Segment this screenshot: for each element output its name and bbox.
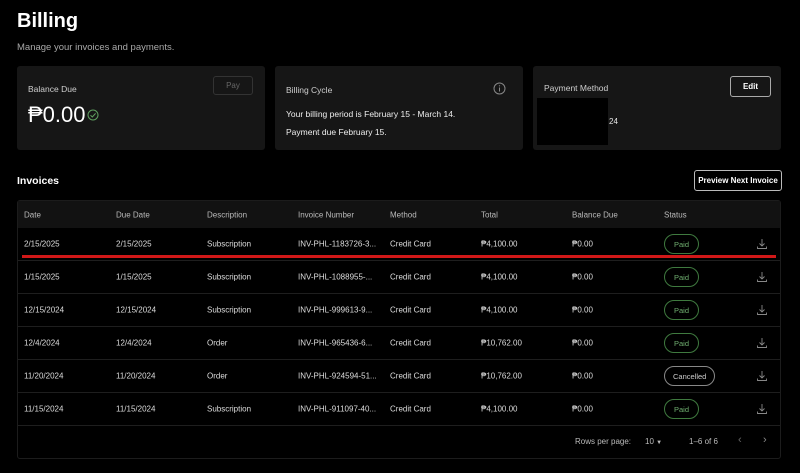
cell-invoice-number: INV-PHL-911097-40... [298,404,377,414]
card-suffix: 24 [609,117,618,126]
cell-due-date: 11/15/2024 [116,404,156,414]
card-image-redacted [537,98,608,145]
cell-total: ₱4,100.00 [481,305,518,315]
cell-invoice-number: INV-PHL-924594-51... [298,371,377,381]
prev-page-icon[interactable]: ‹ [738,434,742,446]
preview-next-invoice-button[interactable]: Preview Next Invoice [694,170,782,191]
table-row[interactable]: 12/4/2024 12/4/2024 Order INV-PHL-965436-6.… [18,327,780,360]
cell-description: Subscription [207,305,252,315]
cell-description: Subscription [207,239,252,249]
cell-due-date: 12/4/2024 [116,338,152,348]
table-row[interactable]: 12/15/2024 12/15/2024 Subscription INV-PHL-… [18,294,780,327]
cell-method: Credit Card [390,272,431,282]
balance-amount: ₱0.00 [28,102,86,127]
download-icon[interactable] [756,370,768,382]
cell-total: ₱10,762.00 [481,371,522,381]
cell-balance-due: ₱0.00 [572,371,593,381]
pagination-range: 1–6 of 6 [689,437,718,446]
column-header-method: Method [390,210,417,219]
column-header-description: Description [207,210,248,219]
cell-date: 12/15/2024 [24,305,65,315]
cell-balance-due: ₱0.00 [572,239,593,249]
cell-total: ₱4,100.00 [481,239,518,249]
status-badge: Paid [664,267,700,287]
next-page-icon[interactable]: › [763,434,767,446]
balance-label: Balance Due [28,84,77,94]
cell-description: Subscription [207,404,252,414]
column-header-date: Date [24,210,41,219]
cell-invoice-number: INV-PHL-965436-6... [298,338,373,348]
status-badge: Cancelled [664,366,716,386]
cell-description: Order [207,371,228,381]
cell-date: 11/15/2024 [24,404,64,414]
rows-per-page-label: Rows per page: [575,437,632,446]
cell-invoice-number: INV-PHL-1183726-3... [298,239,377,249]
cell-total: ₱10,762.00 [481,338,522,348]
cell-balance-due: ₱0.00 [572,404,593,414]
download-icon[interactable] [756,337,768,349]
column-header-due-date: Due Date [116,210,150,219]
cell-due-date: 1/15/2025 [116,272,152,282]
table-row[interactable]: 1/15/2025 1/15/2025 Subscription INV-PHL-10… [18,261,780,294]
cell-date: 2/15/2025 [24,239,60,249]
invoices-table: Date Due Date Description Invoice Number Met… [17,200,781,459]
cell-due-date: 2/15/2025 [116,239,152,249]
download-icon[interactable] [756,304,768,316]
highlight-underline [22,255,776,258]
payment-method-label: Payment Method [544,83,609,93]
column-header-invoice-number: Invoice Number [298,210,355,219]
cell-description: Subscription [207,272,252,282]
pay-button[interactable]: Pay [213,76,253,95]
cell-invoice-number: INV-PHL-1088955-... [298,272,373,282]
billing-period-text: Your billing period is February 15 - Mar… [286,109,456,119]
table-header: Date Due Date Description Invoice Number Met… [18,201,780,228]
payment-due-text: Payment due February 15. [286,127,387,137]
column-header-total: Total [481,210,498,219]
billing-cycle-label: Billing Cycle [286,85,333,95]
cell-due-date: 12/15/2024 [116,305,157,315]
cell-balance-due: ₱0.00 [572,272,593,282]
payment-method-card: Payment Method Edit 24 [533,66,781,150]
cell-balance-due: ₱0.00 [572,305,593,315]
check-circle-icon [87,109,99,121]
cell-due-date: 11/20/2024 [116,371,156,381]
status-badge: Paid [664,399,700,419]
page-subtitle: Manage your invoices and payments. [17,42,175,53]
info-icon[interactable] [493,82,506,95]
cell-invoice-number: INV-PHL-999613-9... [298,305,373,315]
cell-total: ₱4,100.00 [481,272,518,282]
column-header-balance-due: Balance Due [572,210,618,219]
status-badge: Paid [664,234,700,254]
status-badge: Paid [664,300,700,320]
page-title: Billing [17,10,79,32]
cell-balance-due: ₱0.00 [572,338,593,348]
cell-method: Credit Card [390,305,431,315]
cell-total: ₱4,100.00 [481,404,518,414]
edit-button[interactable]: Edit [730,76,771,97]
caret-down-icon: ▼ [656,440,663,446]
rows-per-page-select[interactable]: 10 ▼ [645,437,662,446]
cell-date: 12/4/2024 [24,338,60,348]
table-row[interactable]: 11/20/2024 11/20/2024 Order INV-PHL-924594-… [18,360,780,393]
cell-method: Credit Card [390,371,431,381]
status-badge: Paid [664,333,700,353]
cell-method: Credit Card [390,404,431,414]
billing-cycle-card: Billing Cycle Your billing period is Feb… [275,66,523,150]
cell-method: Credit Card [390,239,431,249]
download-icon[interactable] [756,403,768,415]
balance-card: Balance Due Pay ₱0.00 [17,66,265,150]
rows-per-page-value[interactable]: 10 [645,437,654,446]
download-icon[interactable] [756,238,768,250]
download-icon[interactable] [756,271,768,283]
cell-method: Credit Card [390,338,431,348]
invoices-title: Invoices [17,175,60,187]
cell-date: 1/15/2025 [24,272,60,282]
table-row[interactable]: 11/15/2024 11/15/2024 Subscription INV-PHL-… [18,393,780,426]
cell-description: Order [207,338,228,348]
cell-date: 11/20/2024 [24,371,64,381]
column-header-status: Status [664,210,687,219]
